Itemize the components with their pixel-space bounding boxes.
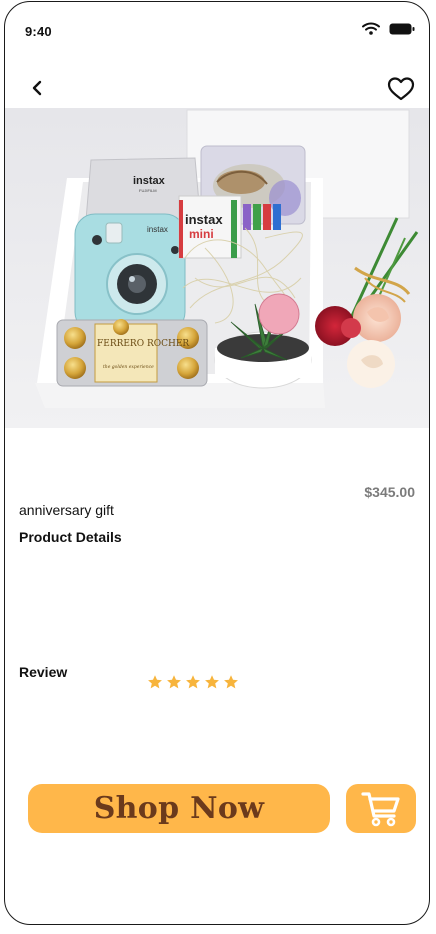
instax-mini-label: instax xyxy=(185,212,223,227)
chocolate-brand-label: FERRERO ROCHER xyxy=(97,339,189,349)
shop-now-button[interactable]: Shop Now xyxy=(28,784,330,833)
status-icons xyxy=(362,22,415,35)
instax-brand-label: FUJIFILM xyxy=(139,188,157,193)
status-time: 9:40 xyxy=(25,24,52,39)
chocolate-tagline-label: the golden experience xyxy=(103,364,154,370)
product-name: anniversary gift xyxy=(19,502,114,518)
back-button[interactable] xyxy=(25,76,49,100)
rating-stars xyxy=(147,674,239,690)
instax-film-label: instax xyxy=(133,175,166,187)
star-icon xyxy=(186,675,200,689)
review-heading: Review xyxy=(19,664,68,680)
product-price: $345.00 xyxy=(364,484,415,500)
mini-label: mini xyxy=(189,227,214,241)
star-icon xyxy=(224,675,238,689)
cart-icon xyxy=(361,791,400,826)
star-icon xyxy=(167,675,181,689)
star-icon xyxy=(205,675,219,689)
heart-outline-icon xyxy=(387,77,415,101)
product-image: instax FUJIFILM instax instax mini FERRE… xyxy=(5,108,429,428)
wifi-icon xyxy=(362,22,380,35)
product-details-heading: Product Details xyxy=(19,529,122,545)
gift-box-illustration: instax FUJIFILM instax instax mini FERRE… xyxy=(5,108,429,428)
phone-frame: 9:40 instax FUJIFILM instax instax mini … xyxy=(4,1,430,925)
chevron-left-icon xyxy=(32,80,42,96)
star-icon xyxy=(148,675,162,689)
camera-label: instax xyxy=(147,225,168,234)
cart-button[interactable] xyxy=(346,784,416,833)
favorite-button[interactable] xyxy=(387,76,415,102)
battery-icon xyxy=(389,23,415,34)
